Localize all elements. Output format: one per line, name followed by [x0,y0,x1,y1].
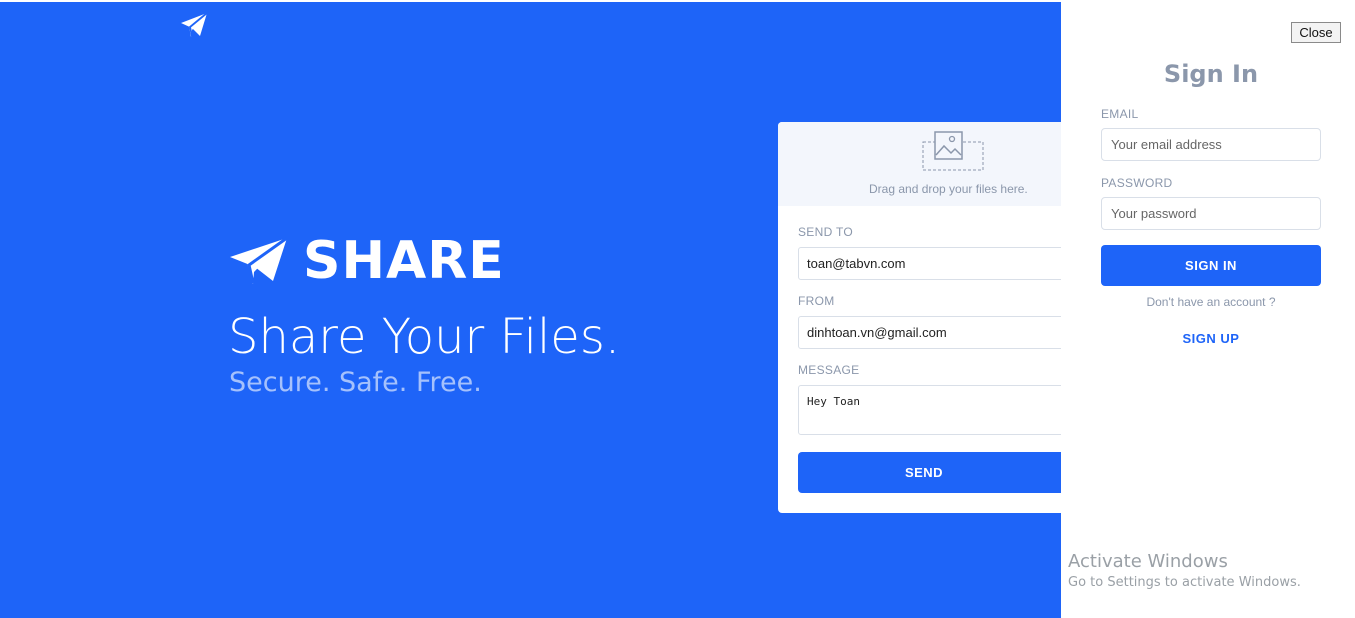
message-textarea[interactable]: Hey Toan [798,385,1061,435]
headline: Share Your Files. [228,309,621,365]
upload-card: Drag and drop your files here. SEND TO t… [778,122,1061,513]
activation-watermark: Activate Windows Go to Settings to activ… [1068,550,1301,592]
tagline: Secure. Safe. Free. [229,367,482,398]
password-field[interactable]: Your password [1101,197,1321,230]
email-label: EMAIL [1101,107,1139,121]
email-field[interactable]: Your email address [1101,128,1321,161]
watermark-subtitle: Go to Settings to activate Windows. [1068,575,1301,590]
image-placeholder-icon [922,131,984,171]
watermark-title: Activate Windows [1068,551,1228,572]
no-account-text: Don't have an account ? [1146,295,1276,309]
password-label: PASSWORD [1101,176,1173,190]
paper-plane-icon[interactable] [180,12,208,38]
send-to-label: SEND TO [798,225,854,239]
signin-title: Sign In [1163,60,1259,88]
send-button-label: SEND [904,465,944,480]
brand-name: SHARE [303,231,505,291]
brand: SHARE [229,228,505,294]
signin-panel: Close Sign In EMAIL Your email address P… [1061,2,1355,618]
send-button[interactable]: SEND [798,452,1061,493]
dropzone-hint: Drag and drop your files here. [869,182,1028,196]
from-label: FROM [798,294,835,308]
signin-button[interactable]: SIGN IN [1101,245,1321,286]
file-dropzone[interactable]: Drag and drop your files here. [778,122,1061,206]
paper-plane-icon [230,236,288,284]
message-label: MESSAGE [798,363,860,377]
signup-link[interactable]: SIGN UP [1061,331,1355,346]
send-to-input[interactable]: toan@tabvn.com [798,247,1061,280]
close-button[interactable]: Close [1291,22,1341,43]
from-input[interactable]: dinhtoan.vn@gmail.com [798,316,1061,349]
